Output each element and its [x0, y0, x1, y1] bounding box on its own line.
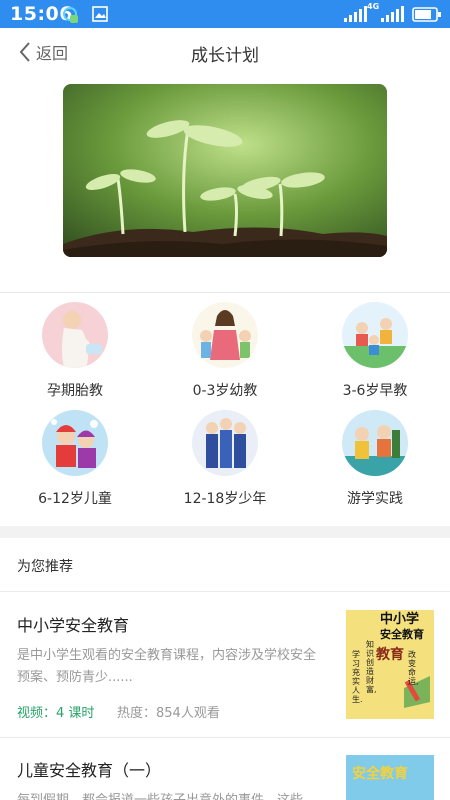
section-gap: [0, 526, 450, 538]
page-title: 成长计划: [191, 46, 259, 66]
category-label: 12-18岁少年: [183, 491, 267, 507]
child-avatar: [42, 410, 108, 476]
preschool-avatar: [342, 302, 408, 368]
category-study-tour[interactable]: 游学实践: [300, 410, 450, 520]
nav-bar: 返回 成长计划: [0, 28, 450, 76]
course-item[interactable]: 儿童安全教育（一） 每到假期，都会报道一些孩子出意外的事件，这些 安全教育: [0, 738, 450, 800]
network-type-label: 4G: [367, 2, 380, 11]
course-heat: 热度：854人观看: [117, 706, 220, 721]
course-title: 中小学安全教育: [17, 616, 130, 635]
seedling-illustration: [63, 84, 387, 257]
category-label: 孕期胎教: [47, 383, 103, 399]
divider: [0, 292, 450, 293]
category-label: 游学实践: [347, 491, 403, 507]
study-tour-avatar: [342, 410, 408, 476]
thumb-vertical-1: 改变命运,: [408, 650, 419, 686]
category-6-12[interactable]: 6-12岁儿童: [0, 410, 150, 520]
pregnancy-avatar: [42, 302, 108, 368]
toddler-avatar: [192, 302, 258, 368]
course-thumbnail: 安全教育: [346, 755, 434, 800]
thumb-heading-2: 安全教育: [380, 628, 424, 641]
category-0-3[interactable]: 0-3岁幼教: [150, 302, 300, 412]
course-item[interactable]: 中小学安全教育 是中小学生观看的安全教育课程，内容涉及学校安全预案、预防青少..…: [0, 592, 450, 737]
status-bar: 15:06 4G: [0, 0, 450, 28]
signal-icon: [344, 6, 367, 22]
thumb-vertical-2: 知识创造财富,: [366, 640, 377, 694]
thumb-vertical-3: 学习充实人生.: [352, 650, 363, 704]
course-desc: 每到假期，都会报道一些孩子出意外的事件，这些: [17, 790, 327, 800]
category-12-18[interactable]: 12-18岁少年: [150, 410, 300, 520]
image-notification-icon: [92, 6, 108, 22]
category-label: 3-6岁早教: [342, 383, 408, 399]
banner-image[interactable]: [63, 84, 387, 257]
thumb-big-text: 教育: [376, 647, 404, 663]
thumb-heading: 中小学: [380, 612, 420, 627]
course-title: 儿童安全教育（一）: [17, 761, 162, 780]
thumb-heading: 安全教育: [352, 766, 408, 782]
course-thumbnail: 中小学 安全教育 教育 改变命运, 知识创造财富, 学习充实人生.: [346, 610, 434, 719]
course-video-count: 视频：4 课时: [17, 706, 95, 721]
category-pregnancy[interactable]: 孕期胎教: [0, 302, 150, 412]
category-3-6[interactable]: 3-6岁早教: [300, 302, 450, 412]
category-label: 0-3岁幼教: [192, 383, 258, 399]
notification-app-icon: [63, 7, 78, 23]
signal-icon-2: [381, 6, 404, 22]
teen-avatar: [192, 410, 258, 476]
category-label: 6-12岁儿童: [38, 491, 112, 507]
battery-icon: [412, 7, 441, 22]
section-title: 为您推荐: [17, 559, 73, 575]
course-desc: 是中小学生观看的安全教育课程，内容涉及学校安全预案、预防青少......: [17, 648, 317, 685]
